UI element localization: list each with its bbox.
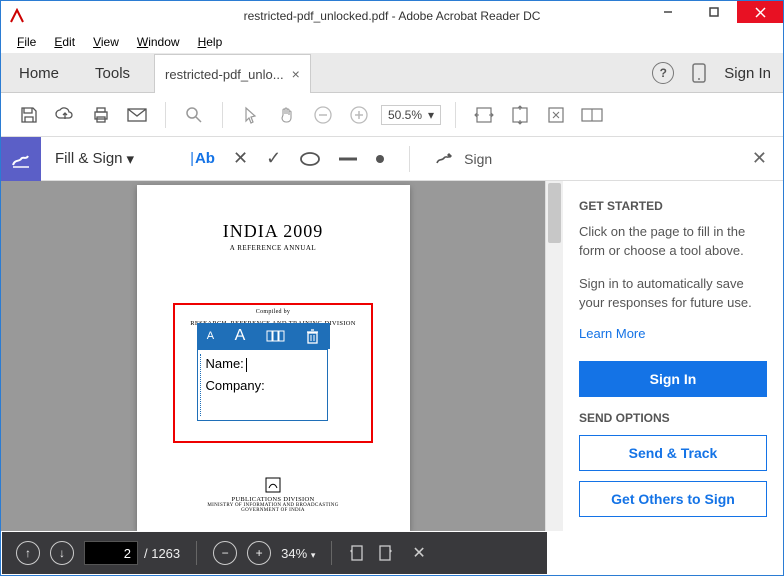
read-mode-icon[interactable] — [578, 101, 606, 129]
document-tab-label: restricted-pdf_unlo... — [165, 67, 284, 82]
page-number-input[interactable] — [84, 541, 138, 565]
menu-file[interactable]: File — [9, 33, 44, 51]
zoom-level[interactable]: 50.5% ▾ — [381, 105, 441, 125]
menu-view[interactable]: View — [85, 33, 127, 51]
close-button[interactable] — [737, 1, 783, 23]
sign-in-link[interactable]: Sign In — [724, 65, 771, 82]
get-others-sign-button[interactable]: Get Others to Sign — [579, 481, 767, 517]
page-subtitle: A REFERENCE ANNUAL — [137, 244, 410, 252]
chevron-down-icon: ▾ — [127, 150, 135, 168]
main-toolbar: 50.5% ▾ — [1, 93, 783, 137]
send-track-button[interactable]: Send & Track — [579, 435, 767, 471]
menu-help[interactable]: Help — [190, 33, 231, 51]
fit-width-icon[interactable] — [470, 101, 498, 129]
zoom-in-icon[interactable] — [345, 101, 373, 129]
window-controls — [645, 1, 783, 23]
rotate-cw-icon[interactable] — [376, 543, 394, 563]
save-icon[interactable] — [15, 101, 43, 129]
cloud-upload-icon[interactable] — [51, 101, 79, 129]
title-bar: restricted-pdf_unlocked.pdf - Adobe Acro… — [1, 1, 783, 31]
acrobat-icon — [9, 8, 25, 24]
print-icon[interactable] — [87, 101, 115, 129]
tab-home[interactable]: Home — [1, 55, 77, 92]
check-mark-tool[interactable]: ✓ — [266, 148, 281, 169]
text-smaller-icon[interactable]: A — [207, 330, 214, 342]
line-tool[interactable] — [339, 156, 357, 162]
text-field-toolbar: A A — [197, 323, 330, 349]
right-panel: GET STARTED Click on the page to fill in… — [563, 181, 783, 573]
add-text-tool[interactable]: |Ab — [190, 150, 215, 167]
fit-height-icon[interactable] — [506, 101, 534, 129]
fill-sign-icon[interactable] — [1, 137, 41, 181]
text-spacing-icon[interactable] — [266, 329, 286, 343]
page-title: INDIA 2009 — [137, 221, 410, 242]
prev-page-icon[interactable]: ↑ — [16, 541, 40, 565]
tab-strip: Home Tools restricted-pdf_unlo... × ? Si… — [1, 53, 783, 93]
close-fill-sign-icon[interactable]: ✕ — [752, 148, 767, 169]
get-started-heading: GET STARTED — [579, 199, 767, 213]
minimize-button[interactable] — [645, 1, 691, 23]
chevron-down-icon: ▾ — [428, 108, 434, 122]
sign-in-button[interactable]: Sign In — [579, 361, 767, 397]
hand-tool-icon[interactable] — [273, 101, 301, 129]
search-icon[interactable] — [180, 101, 208, 129]
send-options-heading: SEND OPTIONS — [579, 411, 767, 425]
pdf-page: INDIA 2009 A REFERENCE ANNUAL Compiled b… — [137, 185, 410, 531]
zoom-in-button[interactable]: + — [247, 541, 271, 565]
tab-tools[interactable]: Tools — [77, 55, 148, 92]
zoom-out-button[interactable]: − — [213, 541, 237, 565]
menu-bar: File Edit View Window Help — [1, 31, 783, 53]
publisher-block: PUBLICATIONS DIVISION MINISTRY OF INFORM… — [137, 476, 410, 513]
text-larger-icon[interactable]: A — [235, 327, 246, 345]
signature-tool[interactable]: Sign — [434, 150, 492, 168]
delete-icon[interactable] — [306, 329, 319, 344]
x-mark-tool[interactable]: ✕ — [233, 148, 248, 169]
fill-sign-toolbar: Fill & Sign ▾ |Ab ✕ ✓ Sign ✕ — [1, 137, 783, 181]
menu-edit[interactable]: Edit — [46, 33, 83, 51]
zoom-percent[interactable]: 34% ▾ — [281, 546, 315, 561]
zoom-out-icon[interactable] — [309, 101, 337, 129]
close-tab-icon[interactable]: × — [292, 66, 300, 82]
page-number-field: / 1263 — [84, 541, 180, 565]
select-tool-icon[interactable] — [237, 101, 265, 129]
close-nav-icon[interactable]: ✕ — [412, 543, 425, 563]
mobile-icon[interactable] — [692, 63, 706, 83]
sign-label: Sign — [464, 151, 492, 167]
learn-more-link[interactable]: Learn More — [579, 326, 767, 341]
name-label: Name: — [206, 356, 244, 371]
zoom-value: 50.5% — [388, 108, 422, 122]
page-total: / 1263 — [144, 546, 180, 561]
menu-window[interactable]: Window — [129, 33, 188, 51]
fill-text-field[interactable]: Name: Company: — [197, 349, 328, 421]
page-navigation-bar: ↑ ↓ / 1263 − + 34% ▾ ✕ — [2, 532, 547, 574]
get-started-text1: Click on the page to fill in the form or… — [579, 223, 767, 261]
maximize-button[interactable] — [691, 1, 737, 23]
rotate-ccw-icon[interactable] — [348, 543, 366, 563]
fit-page-icon[interactable] — [542, 101, 570, 129]
vertical-scrollbar[interactable] — [545, 181, 563, 531]
get-started-text2: Sign in to automatically save your respo… — [579, 275, 767, 313]
company-label: Company: — [206, 378, 265, 393]
email-icon[interactable] — [123, 101, 151, 129]
document-view[interactable]: INDIA 2009 A REFERENCE ANNUAL Compiled b… — [1, 181, 545, 531]
content-area: INDIA 2009 A REFERENCE ANNUAL Compiled b… — [1, 181, 783, 531]
help-icon[interactable]: ? — [652, 62, 674, 84]
document-tab[interactable]: restricted-pdf_unlo... × — [154, 54, 311, 93]
fill-sign-label[interactable]: Fill & Sign ▾ — [55, 150, 134, 168]
dot-tool[interactable] — [375, 154, 385, 164]
fill-sign-text: Fill & Sign — [55, 150, 123, 167]
next-page-icon[interactable]: ↓ — [50, 541, 74, 565]
circle-tool[interactable] — [299, 151, 321, 167]
